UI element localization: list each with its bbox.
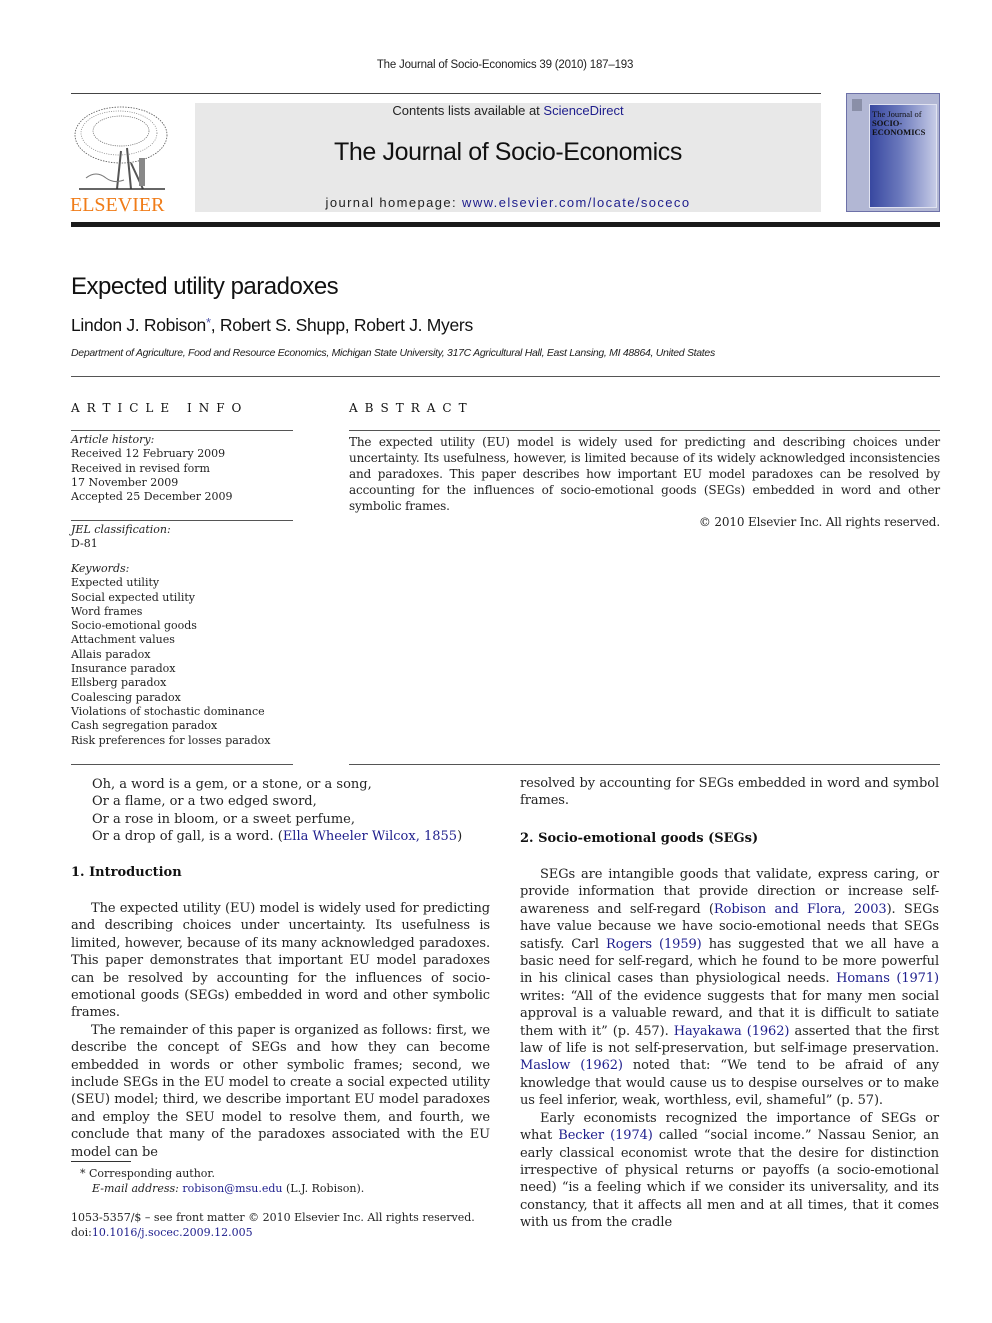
seg-paragraph-1: SEGs are intangible goods that validate,… (520, 866, 939, 1110)
jel-label: JEL classification: (71, 523, 171, 536)
cover-panel: The Journal of SOCIO- ECONOMICS (869, 104, 937, 208)
footnote-marker: * (80, 1167, 86, 1180)
contents-line: Contents lists available at ScienceDirec… (195, 103, 821, 118)
history-item: Accepted 25 December 2009 (71, 490, 233, 504)
citation-link[interactable]: Hayakawa (1962) (674, 1024, 790, 1039)
journal-cover-thumbnail[interactable]: The Journal of SOCIO- ECONOMICS (846, 93, 940, 212)
section-2-body: SEGs are intangible goods that validate,… (520, 866, 939, 1232)
doi-link[interactable]: 10.1016/j.socec.2009.12.005 (92, 1226, 253, 1239)
article-info-bottom-divider (71, 764, 293, 765)
keyword-item: Allais paradox (71, 647, 151, 661)
abstract-bottom-divider (349, 764, 940, 765)
jel-classification: JEL classification: D-81 (71, 523, 293, 552)
sciencedirect-link[interactable]: ScienceDirect (543, 103, 623, 118)
section-2-heading: 2. Socio-emotional goods (SEGs) (520, 831, 759, 846)
homepage-prefix: journal homepage: (325, 195, 463, 210)
abstract-text: The expected utility (EU) model is widel… (349, 435, 940, 513)
article-info-heading: ARTICLE INFO (71, 401, 249, 415)
abstract-copyright: © 2010 Elsevier Inc. All rights reserved… (698, 515, 940, 529)
doi-prefix: doi: (71, 1225, 92, 1239)
affiliation-divider (71, 376, 940, 377)
epigraph-line: Oh, a word is a gem, or a stone, or a so… (92, 777, 372, 792)
citation-link[interactable]: Becker (1974) (558, 1128, 653, 1143)
epigraph-line: Or a rose in bloom, or a sweet perfume, (92, 811, 355, 827)
article-info-divider (71, 430, 293, 431)
article-history-label: Article history: (71, 433, 155, 446)
intro-paragraph-2: The remainder of this paper is organized… (71, 1022, 490, 1160)
keyword-item: Risk preferences for losses paradox (71, 733, 271, 747)
text-run: called “social income.” Nassau Senior, a… (520, 1128, 940, 1231)
keyword-item: Expected utility (71, 576, 160, 590)
cover-line-3: ECONOMICS (872, 127, 926, 137)
keyword-item: Ellsberg paradox (71, 676, 167, 690)
jel-code: D-81 (71, 537, 98, 551)
history-item: 17 November 2009 (71, 475, 179, 489)
journal-title: The Journal of Socio-Economics (334, 138, 682, 166)
epigraph-citation-link[interactable]: Ella Wheeler Wilcox, 1855 (283, 829, 457, 844)
citation-link[interactable]: Robison and Flora, 2003 (714, 902, 887, 917)
corresponding-author-footnote: * Corresponding author. E-mail address: … (80, 1167, 364, 1196)
keyword-item: Coalescing paradox (71, 690, 181, 704)
corresponding-label: Corresponding author. (89, 1167, 215, 1180)
section-1-heading: 1. Introduction (71, 865, 182, 880)
email-label: E-mail address: (92, 1181, 179, 1195)
email-suffix: (L.J. Robison). (282, 1181, 365, 1195)
citation-link[interactable]: Maslow (1962) (520, 1058, 623, 1073)
author-list: Lindon J. Robison*, Robert S. Shupp, Rob… (71, 315, 473, 336)
citation-link[interactable]: Homans (1971) (836, 971, 939, 986)
author-1: Lindon J. Robison (71, 315, 206, 335)
seg-paragraph-2: Early economists recognized the importan… (520, 1110, 939, 1232)
keywords-label: Keywords: (71, 562, 130, 575)
citation-link[interactable]: Rogers (1959) (606, 937, 702, 952)
header-divider (71, 93, 821, 94)
intro-paragraph-1: The expected utility (EU) model is widel… (71, 901, 490, 1021)
section-1-body: The expected utility (EU) model is widel… (71, 900, 490, 1161)
epigraph-line-last: Or a drop of gall, is a word. (Ella Whee… (92, 828, 462, 845)
email-link[interactable]: robison@msu.edu (182, 1182, 282, 1195)
footnote-divider (71, 1161, 131, 1162)
keyword-item: Insurance paradox (71, 662, 176, 676)
affiliation: Department of Agriculture, Food and Reso… (71, 347, 715, 359)
history-item: Received in revised form (71, 461, 210, 475)
publisher-mini-logo-icon (852, 99, 862, 111)
article-history: Article history: Received 12 February 20… (71, 433, 293, 504)
keyword-item: Socio-emotional goods (71, 619, 197, 633)
abstract-body: The expected utility (EU) model is widel… (349, 434, 940, 530)
abstract-heading: ABSTRACT (349, 401, 474, 415)
elsevier-wordmark: ELSEVIER (70, 194, 165, 216)
intro-paragraph-2-continued: resolved by accounting for SEGs embedded… (520, 776, 939, 809)
running-head: The Journal of Socio-Economics 39 (2010)… (376, 59, 634, 71)
contents-prefix: Contents lists available at (392, 103, 544, 118)
keyword-item: Social expected utility (71, 590, 195, 604)
keyword-item: Attachment values (71, 633, 175, 647)
jel-divider (71, 520, 293, 521)
article-title: Expected utility paradoxes (71, 273, 339, 300)
keyword-item: Violations of stochastic dominance (71, 704, 265, 718)
other-authors: , Robert S. Shupp, Robert J. Myers (210, 315, 473, 335)
keyword-item: Word frames (71, 604, 143, 618)
tree-icon (74, 106, 168, 190)
history-item: Received 12 February 2009 (71, 447, 226, 461)
epigraph-line: Or a flame, or a two edged sword, (92, 794, 317, 810)
front-matter-text: 1053-5357/$ – see front matter © 2010 El… (71, 1211, 475, 1224)
epigraph: Oh, a word is a gem, or a stone, or a so… (92, 776, 462, 846)
epigraph-line: Or a drop of gall, is a word. ( (92, 829, 283, 845)
keywords: Keywords: Expected utility Social expect… (71, 562, 311, 748)
journal-homepage: journal homepage: www.elsevier.com/locat… (195, 195, 821, 210)
abstract-divider (349, 430, 940, 431)
cover-title: The Journal of SOCIO- ECONOMICS (872, 110, 925, 137)
front-matter: 1053-5357/$ – see front matter © 2010 El… (71, 1211, 475, 1240)
epigraph-close: ) (457, 829, 463, 845)
header-thick-rule (71, 222, 940, 227)
keyword-item: Cash segregation paradox (71, 719, 218, 733)
homepage-link[interactable]: www.elsevier.com/locate/soceco (462, 195, 690, 210)
